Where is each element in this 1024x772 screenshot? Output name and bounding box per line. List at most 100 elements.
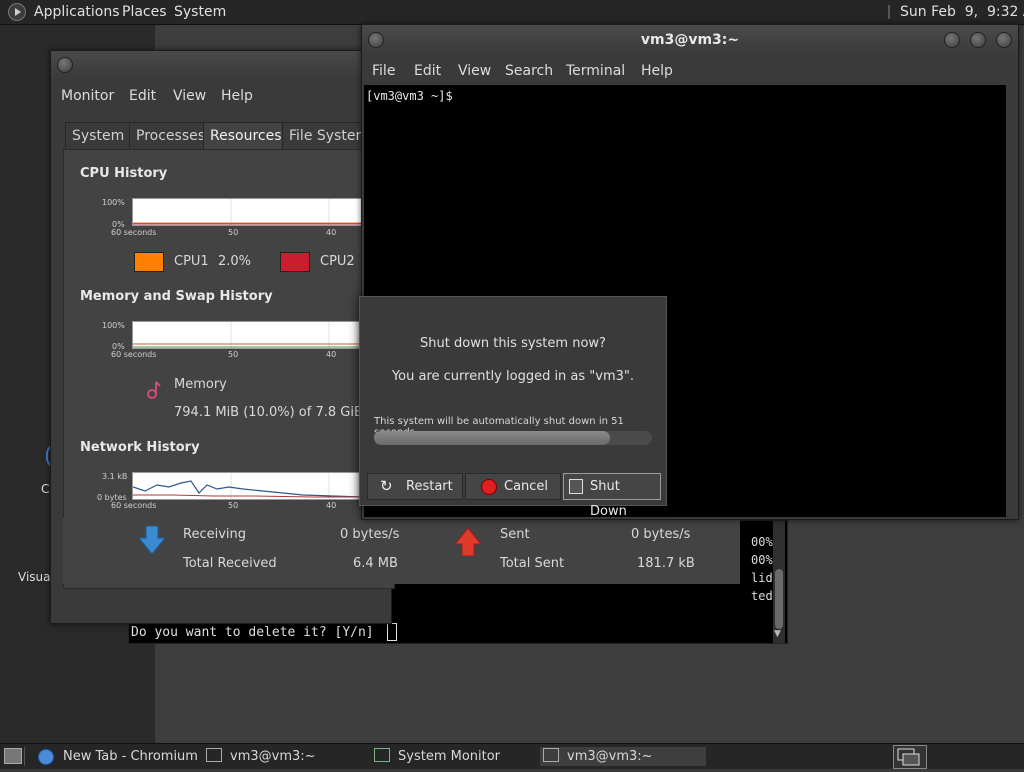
terminal-output-fragment: 00% bbox=[751, 553, 773, 567]
tab-resources[interactable]: Resources bbox=[203, 122, 289, 149]
total-sent-value: 181.7 kB bbox=[637, 556, 695, 571]
task-terminal-active[interactable]: vm3@vm3:~ bbox=[540, 747, 706, 766]
memory-axis-x-label: 60 seconds bbox=[111, 350, 157, 359]
panel-logo-icon[interactable] bbox=[8, 3, 26, 21]
desktop-label-partial: Visua bbox=[18, 570, 51, 584]
cpu2-label: CPU2 bbox=[320, 254, 355, 269]
cpu-axis-top: 100% bbox=[102, 198, 125, 207]
network-axis-x-label: 50 bbox=[228, 501, 239, 510]
menu-help[interactable]: Help bbox=[221, 88, 253, 104]
menu-help[interactable]: Help bbox=[641, 63, 673, 79]
memory-history-title: Memory and Swap History bbox=[80, 289, 273, 304]
system-monitor-icon bbox=[374, 748, 390, 762]
task-label: New Tab - Chromium bbox=[63, 749, 198, 764]
receiving-label: Receiving bbox=[183, 527, 247, 542]
task-chromium[interactable]: New Tab - Chromium bbox=[38, 747, 198, 766]
task-label: vm3@vm3:~ bbox=[567, 749, 653, 764]
task-label: System Monitor bbox=[398, 749, 501, 764]
network-axis-x-label: 40 bbox=[326, 501, 337, 510]
places-menu[interactable]: Places bbox=[122, 4, 167, 20]
cancel-icon bbox=[481, 479, 497, 495]
cpu-axis-x-label: 40 bbox=[326, 228, 337, 237]
restart-button[interactable]: ↻ Restart bbox=[367, 473, 463, 500]
taskbar: New Tab - Chromium vm3@vm3:~ System Moni… bbox=[0, 743, 1024, 769]
task-system-monitor[interactable]: System Monitor bbox=[374, 747, 534, 766]
cancel-button[interactable]: Cancel bbox=[465, 473, 561, 500]
sent-label: Sent bbox=[500, 527, 530, 542]
workspace-switcher-icon[interactable] bbox=[893, 745, 927, 769]
shutdown-question: Shut down this system now? bbox=[420, 336, 606, 351]
menu-view[interactable]: View bbox=[173, 88, 206, 104]
cpu1-label: CPU1 bbox=[174, 254, 209, 269]
tab-system[interactable]: System bbox=[65, 122, 132, 149]
countdown-progress-bar bbox=[374, 431, 652, 445]
network-graph bbox=[132, 472, 396, 500]
memory-axis-x-label: 40 bbox=[326, 350, 337, 359]
menu-view[interactable]: View bbox=[458, 63, 491, 79]
minimize-button[interactable] bbox=[944, 32, 960, 48]
shutdown-label: Shut Down bbox=[590, 479, 627, 519]
sent-value: 0 bytes/s bbox=[631, 527, 691, 542]
system-menu[interactable]: System bbox=[174, 4, 226, 20]
restart-label: Restart bbox=[406, 479, 453, 494]
countdown-progress-fill bbox=[374, 431, 611, 445]
task-label: vm3@vm3:~ bbox=[230, 749, 316, 764]
scroll-thumb[interactable] bbox=[775, 569, 783, 629]
receiving-value: 0 bytes/s bbox=[340, 527, 400, 542]
applications-menu[interactable]: Applications bbox=[34, 4, 120, 20]
close-button[interactable] bbox=[996, 32, 1012, 48]
menu-edit[interactable]: Edit bbox=[129, 88, 156, 104]
menu-monitor[interactable]: Monitor bbox=[61, 88, 114, 104]
cpu1-color-swatch[interactable] bbox=[134, 252, 164, 272]
total-received-value: 6.4 MB bbox=[353, 556, 398, 571]
network-axis-x-label: 60 seconds bbox=[111, 501, 157, 510]
memory-axis-top: 100% bbox=[102, 321, 125, 330]
show-desktop-icon[interactable] bbox=[4, 748, 22, 764]
terminal-scrollbar[interactable] bbox=[1007, 85, 1017, 517]
terminal-prompt: [vm3@vm3 ~]$ bbox=[366, 89, 453, 103]
memory-graph bbox=[132, 321, 396, 349]
logged-in-message: You are currently logged in as "vm3". bbox=[391, 369, 635, 384]
task-terminal[interactable]: vm3@vm3:~ bbox=[206, 747, 366, 766]
terminal-prompt-line: Do you want to delete it? [Y/n] bbox=[131, 625, 374, 640]
network-history-title: Network History bbox=[80, 440, 200, 455]
network-axis-top: 3.1 kB bbox=[102, 472, 128, 481]
cpu-history-title: CPU History bbox=[80, 166, 168, 181]
menu-edit[interactable]: Edit bbox=[414, 63, 441, 79]
terminal-icon bbox=[206, 748, 222, 762]
menu-file[interactable]: File bbox=[372, 63, 395, 79]
restart-icon: ↻ bbox=[380, 477, 393, 495]
scroll-down-icon[interactable]: ▼ bbox=[774, 629, 781, 639]
menu-search[interactable]: Search bbox=[505, 63, 553, 79]
menu-terminal[interactable]: Terminal bbox=[566, 63, 625, 79]
memory-pie-icon[interactable] bbox=[146, 380, 162, 400]
memory-value: 794.1 MiB (10.0%) of 7.8 GiB bbox=[174, 405, 363, 420]
memory-label: Memory bbox=[174, 377, 227, 392]
cancel-label: Cancel bbox=[504, 479, 549, 494]
chromium-icon bbox=[38, 749, 54, 765]
cpu1-value: 2.0% bbox=[218, 254, 252, 269]
panel-separator bbox=[888, 5, 890, 19]
tab-processes[interactable]: Processes bbox=[129, 122, 213, 149]
terminal-cursor bbox=[387, 623, 397, 641]
window-menu-button[interactable] bbox=[57, 57, 73, 73]
desktop-label-partial: C bbox=[41, 482, 50, 496]
top-panel: Applications Places System Sun Feb 9, 9:… bbox=[0, 0, 1024, 25]
network-stats-panel: Receiving 0 bytes/s Total Received 6.4 M… bbox=[63, 518, 740, 584]
clock[interactable]: Sun Feb 9, 9:32 AM bbox=[900, 4, 1024, 20]
cpu2-color-swatch[interactable] bbox=[280, 252, 310, 272]
window-title: vm3@vm3:~ bbox=[640, 32, 740, 48]
window-titlebar[interactable] bbox=[51, 51, 391, 79]
total-sent-label: Total Sent bbox=[500, 556, 565, 571]
upload-arrow-icon bbox=[453, 527, 483, 557]
maximize-button[interactable] bbox=[970, 32, 986, 48]
shutdown-dialog: Shut down this system now? You are curre… bbox=[359, 296, 667, 519]
shutdown-button[interactable]: Shut Down bbox=[563, 473, 661, 519]
total-received-label: Total Received bbox=[183, 556, 277, 571]
cpu-axis-x-label: 50 bbox=[228, 228, 239, 237]
taskbar-separator bbox=[24, 747, 25, 766]
cpu-graph bbox=[132, 198, 396, 226]
terminal-output-fragment: ted bbox=[751, 589, 773, 603]
terminal-output-fragment: 00% bbox=[751, 535, 773, 549]
terminal-output-fragment: lid bbox=[751, 571, 773, 585]
